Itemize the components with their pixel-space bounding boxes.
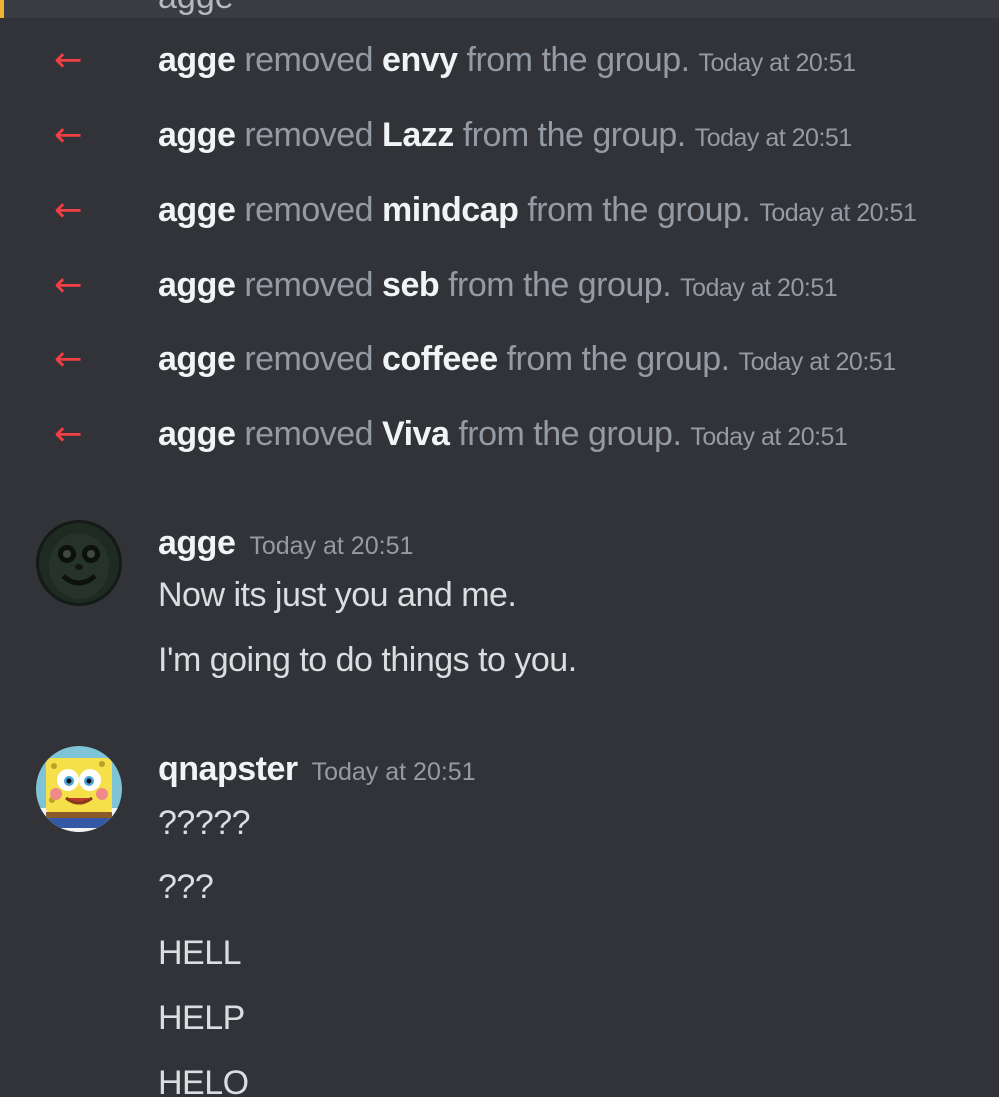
system-target-name[interactable]: seb [382, 266, 440, 304]
system-message-text: agge removed coffeee from the group. Tod… [158, 331, 896, 390]
system-timestamp[interactable]: Today at 20:51 [699, 49, 857, 77]
system-message-row: ← agge removed Viva from the group. Toda… [0, 406, 999, 466]
member-removed-arrow-icon: ← [54, 190, 83, 230]
highlight-accent-bar [0, 0, 4, 18]
system-target-name[interactable]: coffeee [382, 340, 498, 378]
username[interactable]: agge [158, 524, 236, 562]
message-timestamp[interactable]: Today at 20:51 [249, 532, 413, 560]
system-timestamp[interactable]: Today at 20:51 [739, 348, 897, 376]
system-message-row: ← agge removed coffeee from the group. T… [0, 331, 999, 391]
system-actor-name[interactable]: agge [158, 266, 236, 304]
message-text: ??? [158, 868, 214, 906]
system-suffix: from the group. [448, 266, 672, 304]
system-suffix: from the group. [527, 191, 751, 229]
message-text: ????? [158, 804, 251, 842]
spongebob-avatar-icon[interactable] [36, 746, 122, 832]
previous-message-strip: agge [0, 0, 999, 18]
member-removed-arrow-icon: ← [54, 115, 83, 155]
username[interactable]: qnapster [158, 750, 298, 788]
system-message-row: ← agge removed seb from the group. Today… [0, 257, 999, 317]
system-actor-name[interactable]: agge [158, 191, 236, 229]
message-timestamp[interactable]: Today at 20:51 [312, 758, 476, 786]
system-target-name[interactable]: Lazz [382, 116, 454, 154]
message-text: HELL [158, 934, 242, 972]
system-suffix: from the group. [506, 340, 731, 378]
system-message-row: ← agge removed Lazz from the group. Toda… [0, 107, 999, 167]
system-suffix: from the group. [466, 41, 691, 79]
previous-message-text: agge [158, 0, 234, 17]
system-suffix: from the group. [462, 116, 687, 154]
system-verb: removed [244, 41, 374, 79]
system-actor-name[interactable]: agge [158, 340, 236, 378]
member-removed-arrow-icon: ← [54, 339, 83, 379]
dark-face-avatar-icon[interactable] [36, 520, 122, 606]
system-actor-name[interactable]: agge [158, 41, 236, 79]
system-target-name[interactable]: mindcap [382, 191, 519, 229]
system-timestamp[interactable]: Today at 20:51 [690, 423, 848, 451]
system-message-text: agge removed mindcap from the group. Tod… [158, 182, 917, 241]
system-suffix: from the group. [458, 415, 682, 453]
message-text: Now its just you and me. [158, 576, 517, 614]
system-actor-name[interactable]: agge [158, 116, 236, 154]
system-target-name[interactable]: envy [382, 41, 458, 79]
message-text: I'm going to do things to you. [158, 641, 577, 679]
system-timestamp[interactable]: Today at 20:51 [759, 199, 917, 227]
message-header: qnapster Today at 20:51 [158, 750, 476, 789]
system-verb: removed [244, 415, 374, 453]
message-header: agge Today at 20:51 [158, 524, 413, 563]
member-removed-arrow-icon: ← [54, 40, 83, 80]
system-message-text: agge removed Viva from the group. Today … [158, 406, 848, 465]
system-verb: removed [244, 191, 374, 229]
message-text: HELO [158, 1064, 249, 1097]
system-message-text: agge removed envy from the group. Today … [158, 32, 856, 91]
system-timestamp[interactable]: Today at 20:51 [695, 124, 853, 152]
system-target-name[interactable]: Viva [382, 415, 450, 453]
system-message-row: ← agge removed envy from the group. Toda… [0, 32, 999, 92]
system-message-text: agge removed seb from the group. Today a… [158, 257, 838, 316]
system-actor-name[interactable]: agge [158, 415, 236, 453]
message-text: HELP [158, 999, 245, 1037]
system-timestamp[interactable]: Today at 20:51 [680, 274, 838, 302]
system-verb: removed [244, 266, 374, 304]
system-message-text: agge removed Lazz from the group. Today … [158, 107, 852, 166]
member-removed-arrow-icon: ← [54, 265, 83, 305]
system-verb: removed [244, 116, 374, 154]
system-message-row: ← agge removed mindcap from the group. T… [0, 182, 999, 242]
system-verb: removed [244, 340, 374, 378]
member-removed-arrow-icon: ← [54, 414, 83, 454]
